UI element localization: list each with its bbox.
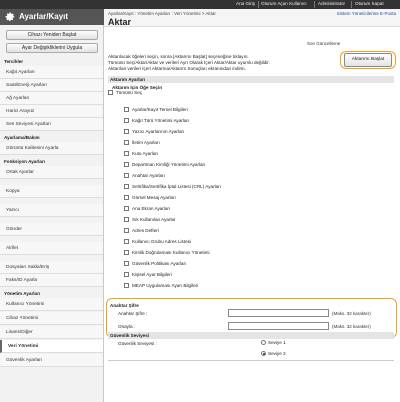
export-item-checkbox[interactable] bbox=[124, 250, 129, 255]
notice-line: Aktarılan verileri İçeri Aktarma/Aktarım… bbox=[108, 66, 246, 71]
export-item-checkbox[interactable] bbox=[124, 195, 129, 200]
export-item-label: Adres Defteri bbox=[132, 228, 159, 233]
export-item-label: Anahtar Ayarları bbox=[132, 173, 165, 178]
divider bbox=[108, 360, 394, 361]
export-item-label: Kullanıcı Grubu Adres Listesi bbox=[132, 239, 191, 244]
sidebar-item-harici[interactable]: Harici Arayüz bbox=[0, 105, 103, 118]
sidebar-title: Ayarlar/Kayıt bbox=[19, 12, 69, 21]
export-item-checkbox[interactable] bbox=[124, 107, 129, 112]
export-item-label: Kutu Ayarları bbox=[132, 151, 159, 156]
export-item-label: Güvenlik Politikası Ayarları bbox=[132, 261, 187, 266]
password-label: Anahtar Şifre : bbox=[118, 311, 148, 316]
export-item-label: MEAP Uygulaması Ayarı Bilgileri bbox=[132, 283, 199, 288]
sidebar-item-kullanici[interactable]: Kullanıcı Yönetimi bbox=[0, 298, 103, 311]
export-item-label: Görsel Mesaj Ayarları bbox=[132, 195, 176, 200]
confirm-label: Onayla : bbox=[118, 324, 136, 329]
export-item-label: Kağıt Türü Yönetimi Ayarları bbox=[132, 118, 190, 123]
password-input[interactable] bbox=[228, 309, 329, 317]
level-1-label: Seviye 1 bbox=[268, 340, 286, 345]
level-2-radio[interactable] bbox=[261, 351, 266, 356]
breadcrumb-bar: Ayarlar/Kayıt : Yönetim Ayarları : Veri … bbox=[104, 9, 400, 27]
export-item-checkbox[interactable] bbox=[124, 239, 129, 244]
sidebar-item-yazici[interactable]: Yazıcı bbox=[0, 204, 103, 217]
section-security-level: Güvenlik Seviyesi bbox=[108, 332, 394, 339]
export-item-checkbox[interactable] bbox=[124, 261, 129, 266]
export-item-label: Yazıcı Ayarlarının Ayarları bbox=[132, 129, 185, 134]
category-fonksiyon: Fonksiyon Ayarları bbox=[4, 159, 46, 164]
sidebar-header: Ayarlar/Kayıt bbox=[0, 9, 104, 25]
export-item-checkbox[interactable] bbox=[124, 173, 129, 178]
password-max-note: (Maks. 32 karakter) bbox=[332, 311, 371, 316]
export-item-label: Departman Kimliği Yönetimi Ayarları bbox=[132, 162, 206, 167]
export-item-label: İletim Ayarları bbox=[132, 140, 160, 145]
sidebar-item-veri[interactable]: Veri Yönetimi bbox=[0, 340, 103, 353]
sidebar-item-saat[interactable]: Saat/Enerji Ayarları bbox=[0, 79, 103, 92]
sidebar-item-dosyalari[interactable]: Dosyaları Sakla/Eriş bbox=[0, 261, 103, 274]
export-item-checkbox[interactable] bbox=[124, 118, 129, 123]
level-2-label: Seviye 2 bbox=[268, 351, 286, 356]
export-item-checkbox[interactable] bbox=[124, 140, 129, 145]
export-item-checkbox[interactable] bbox=[124, 129, 129, 134]
sidebar-item-kopya[interactable]: Kopya bbox=[0, 185, 103, 198]
sidebar-item-guvenlik[interactable]: Güvenlik Ayarları bbox=[0, 354, 103, 367]
notice-line: Aktarılacak öğeleri seçin, sonra [Aktarı… bbox=[108, 54, 249, 59]
category-tercihler: Tercihler bbox=[4, 59, 24, 64]
last-update-label: Son Güncelleme bbox=[307, 41, 341, 46]
start-export-button[interactable]: Aktarımı Başlat bbox=[344, 53, 392, 67]
page-title: Aktar bbox=[108, 17, 132, 27]
logout-link[interactable]: Oturum Kapat bbox=[355, 1, 384, 6]
home-link[interactable]: Ana Giriş bbox=[236, 1, 255, 6]
top-bar: Ana Giriş Oturum Açan Kullanıcı Administ… bbox=[0, 0, 400, 9]
sidebar: Ayarlar/Kayıt Cihazı Yeniden Başlat Ayar… bbox=[0, 9, 104, 402]
sidebar-item-cihaz[interactable]: Cihaz Yönetimi bbox=[0, 312, 103, 325]
main-panel: Ayarlar/Kayıt : Yönetim Ayarları : Veri … bbox=[104, 9, 400, 402]
breadcrumb[interactable]: Ayarlar/Kayıt : Yönetim Ayarları : Veri … bbox=[108, 11, 216, 16]
confirm-max-note: (Maks. 32 karakter) bbox=[332, 324, 371, 329]
sidebar-item-goruntu[interactable]: Görüntü Kalitesini Ayarla bbox=[0, 142, 103, 155]
sidebar-item-ag[interactable]: Ağ Ayarları bbox=[0, 92, 103, 105]
apply-settings-button[interactable]: Ayar Değişikliklerini Uygula bbox=[6, 43, 98, 53]
logged-in-user-link[interactable]: Oturum Açan Kullanıcı bbox=[261, 1, 307, 6]
sidebar-item-gonder[interactable]: Gönder bbox=[0, 223, 103, 236]
gear-icon bbox=[5, 12, 15, 22]
sidebar-item-al-ilet[interactable]: Al/İlet bbox=[0, 242, 103, 255]
select-all-label: Tümünü Seç bbox=[116, 90, 143, 95]
export-item-checkbox[interactable] bbox=[124, 206, 129, 211]
section-aktarim-ayarlari: Aktarım Ayarları bbox=[108, 76, 394, 83]
sidebar-item-kagit[interactable]: Kağıt Ayarları bbox=[0, 66, 103, 79]
sidebar-item-lisans[interactable]: Lisans/Diğer bbox=[0, 326, 103, 339]
sidebar-item-faks[interactable]: Faks/ID Ayarla bbox=[0, 274, 103, 287]
sidebar-item-ortak[interactable]: Ortak Ayarlar bbox=[0, 166, 103, 179]
administrator-link[interactable]: Administrator bbox=[318, 1, 345, 6]
sidebar-item-ses[interactable]: Ses Seviyesi Ayarları bbox=[0, 118, 103, 131]
category-ayarlama: Ayarlama/Bakım bbox=[4, 135, 40, 140]
restart-device-button[interactable]: Cihazı Yeniden Başlat bbox=[6, 30, 98, 40]
export-item-label: Sık Kullanılan Ayarlar bbox=[132, 217, 176, 222]
export-item-checkbox[interactable] bbox=[124, 217, 129, 222]
export-item-checkbox[interactable] bbox=[124, 283, 129, 288]
export-item-checkbox[interactable] bbox=[124, 184, 129, 189]
export-item-label: Kişisel Ayar Bilgileri bbox=[132, 272, 172, 277]
export-item-checkbox[interactable] bbox=[124, 228, 129, 233]
level-1-radio[interactable] bbox=[261, 340, 266, 345]
export-item-checkbox[interactable] bbox=[124, 272, 129, 277]
export-item-label: Kimlik Doğrulaması Kullanıcı Yönetimi bbox=[132, 250, 210, 255]
category-yonetim: Yönetim Ayarları bbox=[4, 291, 41, 296]
separator bbox=[351, 1, 352, 8]
separator bbox=[314, 1, 315, 8]
section-password: Anahtar Şifre bbox=[110, 303, 139, 308]
separator bbox=[258, 1, 259, 8]
export-item-checkbox[interactable] bbox=[124, 151, 129, 156]
export-item-checkbox[interactable] bbox=[124, 162, 129, 167]
export-item-label: Ana Ekran Ayarları bbox=[132, 206, 171, 211]
select-all-checkbox[interactable] bbox=[108, 90, 113, 95]
security-level-label: Güvenlik Seviyesi : bbox=[118, 341, 157, 346]
notice-line: Tümünü Seç/Aktar/Aktar ve verileri Ayrı … bbox=[108, 60, 270, 65]
export-item-label: Ayarlar/Kayıt Temel Bilgileri bbox=[132, 107, 188, 112]
confirm-input[interactable] bbox=[228, 322, 329, 330]
export-item-label: Sertifika/Sertifika İptal Listesi (CRL) … bbox=[132, 184, 222, 189]
email-admin-link[interactable]: Sistem Yöneticilerine E-Posta bbox=[337, 11, 396, 16]
